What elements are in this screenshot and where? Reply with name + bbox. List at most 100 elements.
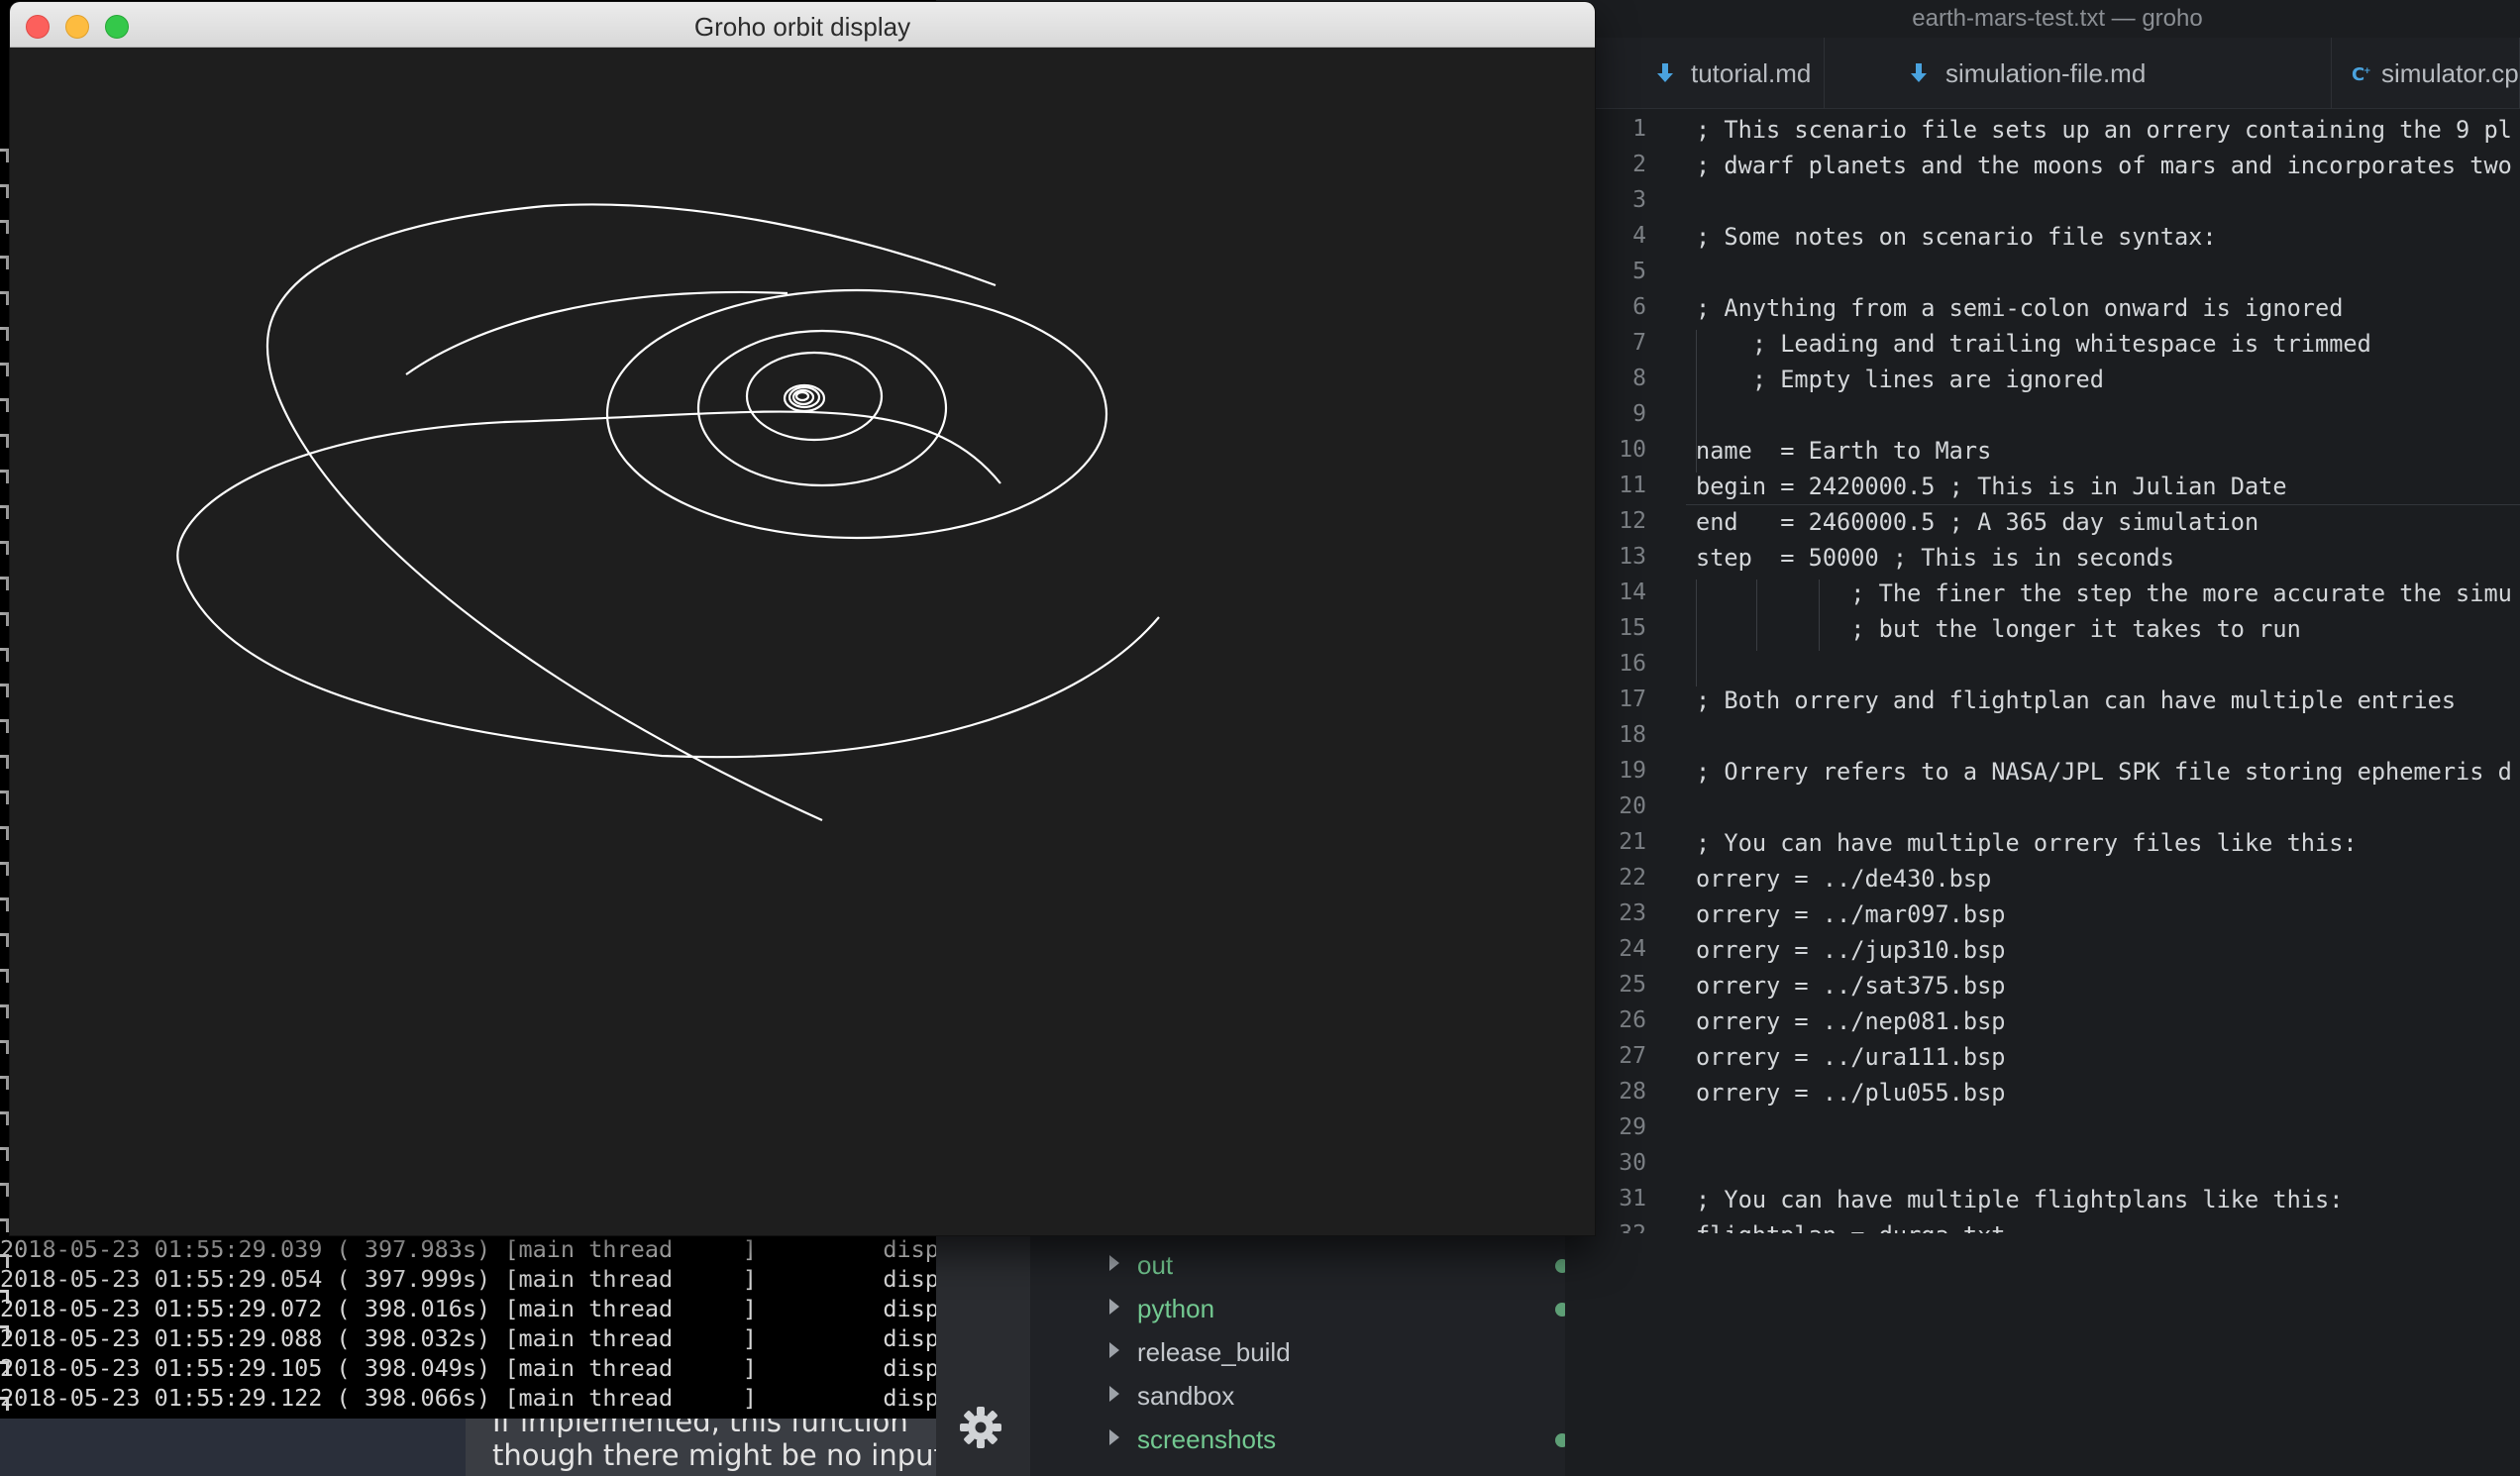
terminal-edge-glyph — [0, 1004, 9, 1018]
svg-text:+: + — [2363, 66, 2371, 76]
tree-item-screenshots[interactable]: screenshots — [1070, 1420, 1565, 1459]
tree-item-out[interactable]: out — [1070, 1245, 1565, 1285]
terminal-edge-glyph — [0, 1076, 9, 1090]
orbit-plot — [176, 203, 1160, 822]
chevron-right-icon[interactable] — [1109, 1342, 1119, 1358]
terminal-edge-glyph — [0, 612, 9, 626]
terminal-log-line: 2018-05-23 01:55:29.088 ( 398.032s) [mai… — [0, 1324, 936, 1352]
tab-label: simulator.cpp — [2381, 58, 2520, 88]
terminal-edge-glyph — [0, 1147, 9, 1161]
line-number: 17 — [1619, 686, 1646, 712]
line-number: 31 — [1619, 1186, 1646, 1212]
terminal-edge-glyph — [0, 256, 9, 269]
chevron-right-icon[interactable] — [1109, 1386, 1119, 1402]
line-number: 12 — [1619, 508, 1646, 534]
line-number: 7 — [1632, 330, 1646, 356]
line-number: 18 — [1619, 722, 1646, 748]
line-number: 6 — [1632, 294, 1646, 320]
line-number: 1 — [1632, 116, 1646, 142]
line-number: 5 — [1632, 259, 1646, 284]
indent-guide — [1696, 580, 1697, 686]
editor-titlebar: earth-mars-test.txt — groho — [1595, 0, 2520, 38]
line-number: 8 — [1632, 366, 1646, 391]
line-number: 9 — [1632, 401, 1646, 427]
terminal-edge-glyph — [0, 541, 9, 555]
orbit-trajectory — [405, 290, 788, 375]
tab-label: tutorial.md — [1691, 58, 1812, 88]
code-line: ; This scenario file sets up an orrery c… — [1696, 116, 2512, 144]
tab-simulator-cpp[interactable]: C + simulator.cpp — [2332, 38, 2520, 109]
line-number: 11 — [1619, 473, 1646, 498]
indent-guide — [1696, 330, 1697, 473]
line-number: 30 — [1619, 1150, 1646, 1176]
code-editor-lower — [1565, 1233, 2520, 1476]
code-line: orrery = ../de430.bsp — [1696, 865, 1992, 893]
documentation-pane: If implemented, this function though the… — [466, 1419, 936, 1476]
terminal-edge-glyph — [0, 149, 9, 162]
markdown-icon — [1910, 63, 1928, 83]
tab-tutorial-md[interactable]: tutorial.md — [1595, 38, 1825, 109]
terminal-edge-glyph — [0, 897, 9, 911]
terminal-log-line: 2018-05-23 01:55:29.039 ( 397.983s) [mai… — [0, 1235, 936, 1263]
indent-guide — [1819, 580, 1820, 651]
markdown-icon — [1656, 63, 1674, 83]
terminal-edge-glyph — [0, 648, 9, 662]
line-number: 19 — [1619, 758, 1646, 784]
tab-simulation-file-md[interactable]: simulation-file.md — [1825, 38, 2332, 109]
line-number: 15 — [1619, 615, 1646, 641]
line-number: 20 — [1619, 793, 1646, 819]
cursor-line-highlight — [1686, 504, 2520, 505]
line-number: 10 — [1619, 437, 1646, 463]
code-line: ; Both orrery and flightplan can have mu… — [1696, 686, 2457, 714]
terminal-edge-glyph — [0, 791, 9, 804]
code-line: orrery = ../sat375.bsp — [1696, 972, 2006, 1000]
terminal-edge-glyph — [0, 363, 9, 376]
gear-icon[interactable] — [958, 1405, 1003, 1450]
terminal-edge-glyph — [0, 291, 9, 305]
terminal-log-line: 2018-05-23 01:55:29.072 ( 398.016s) [mai… — [0, 1295, 936, 1322]
orbit-trajectory — [176, 410, 1160, 759]
line-number: 13 — [1619, 544, 1646, 570]
tree-item-release-build[interactable]: release_build — [1070, 1332, 1565, 1372]
git-status-dot — [1555, 1259, 1565, 1273]
terminal-log-line: 2018-05-23 01:55:29.054 ( 397.999s) [mai… — [0, 1265, 936, 1293]
git-status-dot — [1555, 1303, 1565, 1317]
line-number: 29 — [1619, 1114, 1646, 1140]
doc-line-1: If implemented, this function — [492, 1419, 908, 1438]
code-line: ; Empty lines are ignored — [1696, 366, 2104, 393]
orbit-display-window: Groho orbit display — [10, 2, 1595, 1235]
tree-item-label: out — [1137, 1250, 1174, 1280]
terminal-edge-glyph — [0, 826, 9, 840]
orbit-titlebar[interactable]: Groho orbit display — [10, 2, 1595, 48]
chevron-right-icon[interactable] — [1109, 1429, 1119, 1445]
tree-item-src[interactable]: src — [1070, 1463, 1565, 1476]
code-line: orrery = ../plu055.bsp — [1696, 1079, 2006, 1107]
code-line: begin = 2420000.5 ; This is in Julian Da… — [1696, 473, 2287, 500]
orbit-ring — [794, 390, 810, 402]
terminal-edge-glyph — [0, 1111, 9, 1125]
line-number: 4 — [1632, 223, 1646, 249]
terminal-edge-glyph — [0, 1183, 9, 1197]
code-line: ; Some notes on scenario file syntax: — [1696, 223, 2217, 251]
line-number: 32 — [1595, 1221, 1646, 1233]
terminal-edge-glyph — [0, 933, 9, 947]
terminal-edge-glyph — [0, 862, 9, 876]
terminal-edge-glyph — [0, 684, 9, 697]
code-editor[interactable]: 1 2 3 4 5 6 7 8 9 10 11 12 13 14 15 16 17 18 19 20 21 22 23 24 2… — [1595, 109, 2520, 1233]
tree-item-label: screenshots — [1137, 1424, 1277, 1454]
chevron-right-icon[interactable] — [1109, 1299, 1119, 1315]
line-number: 14 — [1619, 580, 1646, 605]
orbit-window-title: Groho orbit display — [693, 12, 911, 42]
tree-item-label: sandbox — [1137, 1381, 1235, 1411]
code-line: name = Earth to Mars — [1696, 437, 1992, 465]
code-line: flightplan = durga.txt — [1696, 1221, 2006, 1233]
tree-item-sandbox[interactable]: sandbox — [1070, 1376, 1565, 1416]
terminal-log-line: 2018-05-23 01:55:29.105 ( 398.049s) [mai… — [0, 1354, 936, 1382]
tree-item-label: python — [1137, 1294, 1215, 1323]
tree-item-python[interactable]: python — [1070, 1289, 1565, 1328]
line-number: 22 — [1619, 865, 1646, 891]
chevron-right-icon[interactable] — [1109, 1255, 1119, 1271]
orbit-canvas[interactable] — [10, 48, 1595, 1235]
tree-item-label: src — [1137, 1463, 1172, 1476]
indent-guide — [1756, 580, 1757, 651]
